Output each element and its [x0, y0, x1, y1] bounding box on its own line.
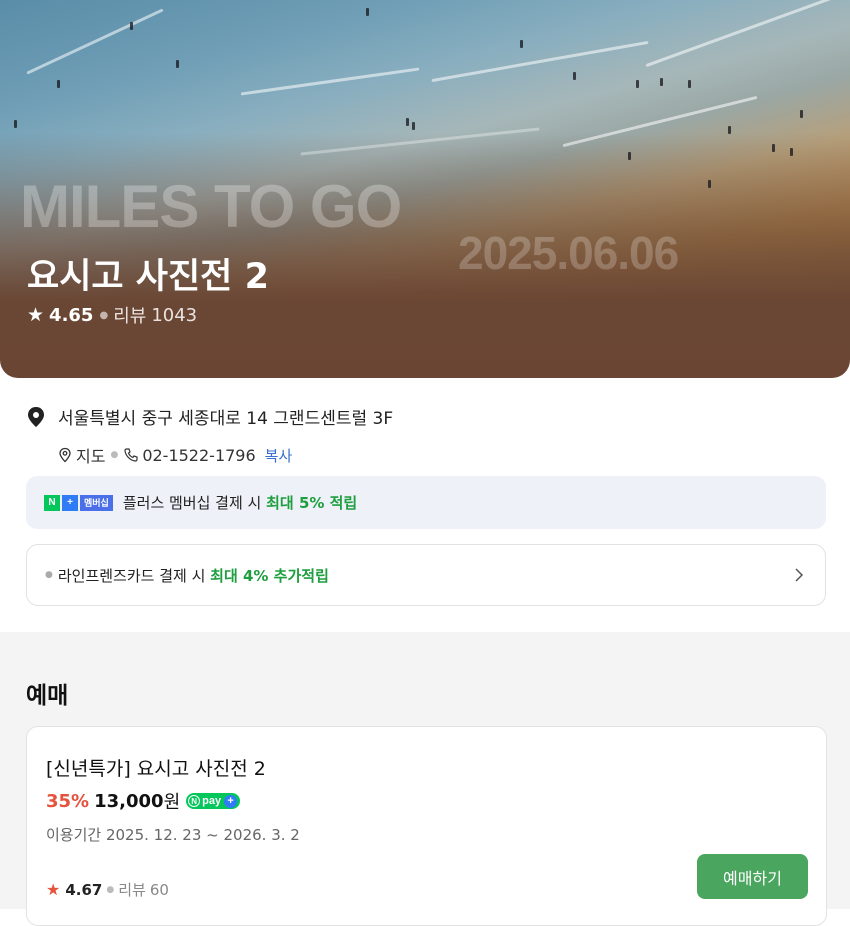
npay-n-icon: N	[188, 795, 201, 807]
plus-icon: +	[62, 494, 78, 511]
npay-label: pay	[202, 795, 222, 807]
separator-dot: ●	[106, 884, 115, 895]
usage-period: 이용기간 2025. 12. 23 ~ 2026. 3. 2	[46, 826, 300, 844]
star-icon: ★	[46, 880, 61, 899]
membership-highlight: 최대 5% 적립	[266, 494, 358, 512]
ticket-rating: ★ 4.67 ● 리뷰 60	[46, 879, 169, 900]
npay-plus-icon: +	[224, 794, 238, 808]
address-row: 서울특별시 중구 세종대로 14 그랜드센트럴 3F	[26, 404, 393, 429]
membership-text: 플러스 멤버십 결제 시	[122, 494, 267, 512]
separator-dot: ●	[110, 450, 119, 460]
copy-button[interactable]: 복사	[265, 445, 293, 466]
membership-banner[interactable]: N + 멤버십 플러스 멤버십 결제 시 최대 5% 적립	[26, 476, 826, 529]
booking-section-title: 예매	[26, 683, 69, 709]
contact-row: 지도 ● 02-1522-1796 복사	[57, 443, 292, 467]
npay-plus-badge: N pay +	[186, 793, 241, 809]
ticket-price: 13,000	[94, 790, 164, 812]
membership-badge-label: 멤버십	[80, 494, 113, 511]
ticket-price-row: 35% 13,000 원 N pay +	[46, 788, 241, 814]
rating-score: 4.67	[65, 880, 103, 899]
review-count[interactable]: 1043	[151, 305, 197, 326]
page-title: 요시고 사진전 2	[27, 257, 269, 297]
card-benefit-text: 라인프렌즈카드 결제 시	[57, 566, 211, 585]
card-benefit-banner[interactable]: ● 라인프렌즈카드 결제 시 최대 4% 추가적립	[26, 544, 826, 606]
map-link[interactable]: 지도	[76, 443, 105, 467]
ticket-card[interactable]: [신년특가] 요시고 사진전 2 35% 13,000 원 N pay + 이용…	[26, 726, 827, 926]
address-text: 서울특별시 중구 세종대로 14 그랜드센트럴 3F	[58, 409, 394, 429]
star-icon: ★	[27, 304, 45, 326]
hero-overlay-text: MILES TO GO	[20, 173, 402, 240]
review-label: 리뷰	[118, 881, 146, 899]
location-pin-icon	[28, 406, 44, 427]
naver-n-icon: N	[44, 494, 60, 511]
card-benefit-highlight: 최대 4% 추가적립	[210, 566, 329, 585]
review-count: 60	[149, 880, 169, 899]
hero-banner: MILES TO GO 2025.06.06 요시고 사진전 2 ★ 4.65 …	[0, 0, 850, 378]
separator-dot: ●	[99, 309, 109, 321]
phone-icon	[124, 448, 138, 462]
naver-plus-membership-badge: N + 멤버십	[44, 494, 113, 511]
currency-label: 원	[163, 792, 181, 813]
review-label: 리뷰	[113, 306, 147, 327]
map-marker-icon	[59, 447, 71, 463]
bullet-dot: ●	[45, 570, 53, 580]
hero-rating: ★ 4.65 ● 리뷰 1043	[27, 302, 197, 328]
rating-score: 4.65	[49, 304, 94, 326]
discount-rate: 35%	[46, 790, 90, 812]
chevron-right-icon	[795, 568, 804, 582]
ticket-name: [신년특가] 요시고 사진전 2	[46, 758, 266, 780]
book-button[interactable]: 예매하기	[697, 854, 808, 899]
phone-number[interactable]: 02-1522-1796	[142, 446, 255, 465]
hero-overlay-date: 2025.06.06	[458, 227, 679, 279]
